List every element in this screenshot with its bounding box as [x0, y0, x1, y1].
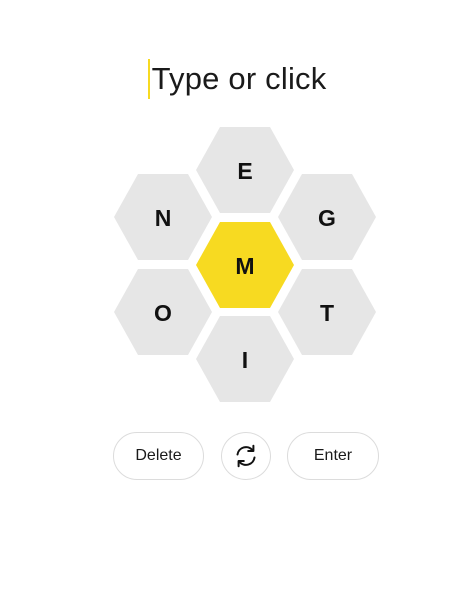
hive-letter-center: M	[235, 253, 254, 279]
hive-cell-top[interactable]: E	[196, 127, 294, 213]
hive-cell-lower-right[interactable]: T	[278, 269, 376, 355]
hive-letter-upper-right: G	[318, 205, 336, 231]
hive-letter-lower-left: O	[154, 300, 172, 326]
hive-letter-bottom: I	[242, 347, 248, 373]
hive-letter-lower-right: T	[320, 300, 334, 326]
hive-cell-lower-left[interactable]: O	[114, 269, 212, 355]
hive-letter-upper-left: N	[155, 205, 172, 231]
hive-cell-upper-left[interactable]: N	[114, 174, 212, 260]
letter-hive: E N G M O T I	[114, 127, 376, 402]
hive-letter-top: E	[237, 158, 252, 184]
delete-button[interactable]: Delete	[113, 432, 204, 480]
hive-cell-center[interactable]: M	[196, 222, 294, 308]
enter-button[interactable]: Enter	[287, 432, 379, 480]
shuffle-button[interactable]	[221, 432, 271, 480]
spelling-bee-board: Type or click E N G M O T I Delete Enter	[0, 0, 476, 591]
shuffle-icon	[236, 444, 256, 468]
delete-button-label: Delete	[135, 447, 182, 464]
hive-cell-upper-right[interactable]: G	[278, 174, 376, 260]
enter-button-label: Enter	[313, 447, 353, 464]
hive-cell-bottom[interactable]: I	[196, 316, 294, 402]
